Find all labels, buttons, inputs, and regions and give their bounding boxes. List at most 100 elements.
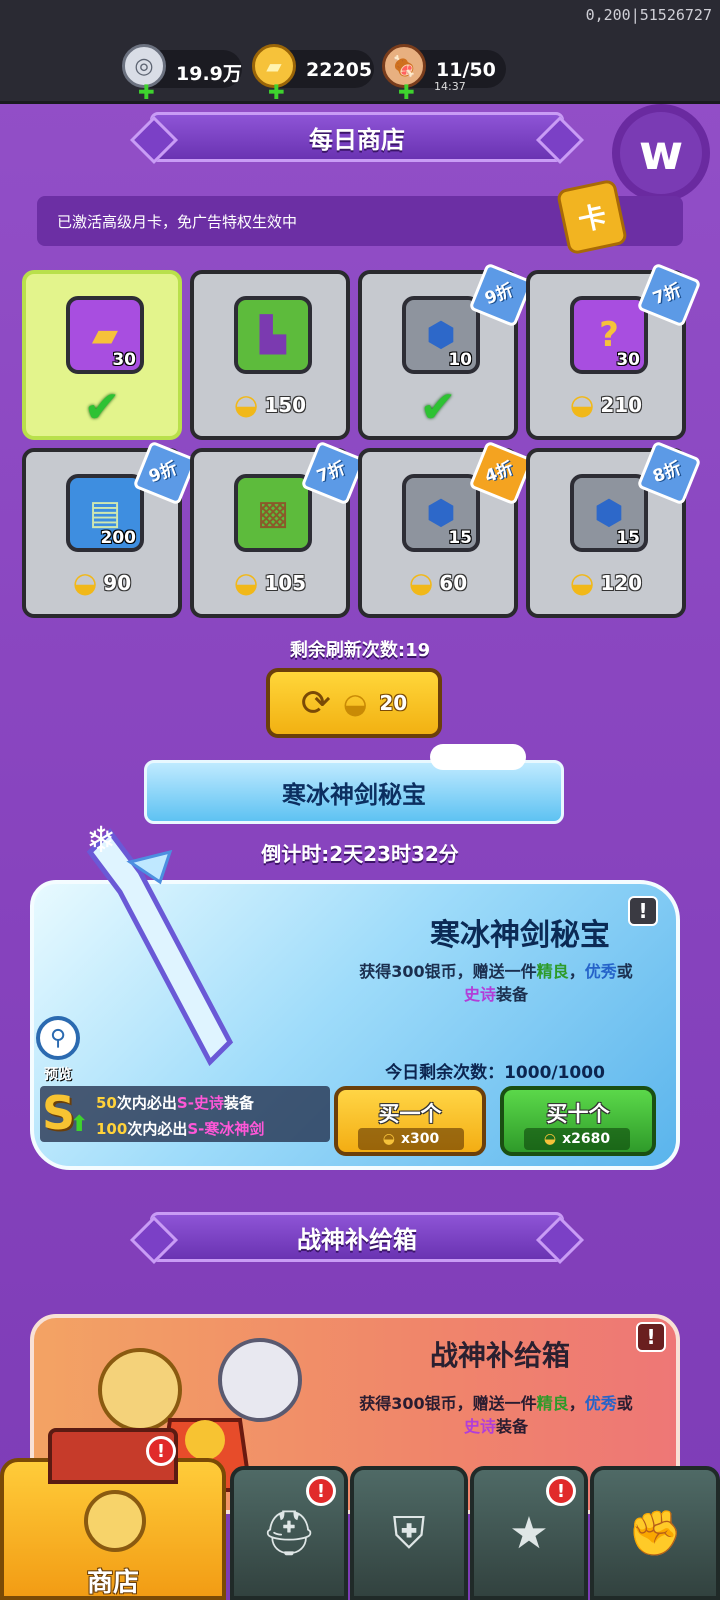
ice-treasure-description: 获得300银币，赠送一件精良，优秀或史诗装备 (356, 960, 636, 1006)
stamina-resource[interactable]: 🍖 ✚ 11/50 14:37 (382, 44, 506, 104)
buy-ten-label: 买十个 (546, 1102, 610, 1126)
gold-ingot-icon: ◒ (543, 1131, 557, 1147)
discount-badge: 7折 (638, 264, 694, 320)
add-silver-icon[interactable]: ✚ (138, 80, 155, 104)
buy-one-cost-value: x300 (400, 1131, 440, 1147)
buy-ten-button[interactable]: 买十个 ◒ x2680 (500, 1086, 656, 1156)
shop-item-1[interactable]: ▰ 30 ✔ (22, 270, 182, 440)
app-logo-icon[interactable]: w (612, 104, 710, 202)
gold-ingot-icon: ◒ (569, 388, 595, 421)
add-stamina-icon[interactable]: ✚ (398, 80, 415, 104)
preview-magnifier-icon[interactable]: ⚲ (36, 1016, 80, 1060)
add-gold-icon[interactable]: ✚ (268, 80, 285, 104)
buy-one-button[interactable]: 买一个 ◒ x300 (334, 1086, 486, 1156)
war-supply-description: 获得300银币，赠送一件精良，优秀或史诗装备 (356, 1392, 636, 1438)
guarantee-item: S-史诗 (176, 1094, 224, 1112)
price-value: 90 (103, 570, 132, 595)
discount-text: 4折 (481, 458, 516, 487)
refresh-icon: ⟳ (300, 682, 331, 724)
discount-badge: 9折 (134, 442, 190, 498)
desc-prefix: 获得300银币，赠送一件 (359, 962, 537, 981)
ice-treasure-title: 寒冰神剑秘宝 (430, 918, 610, 953)
stamina-timer: 14:37 (434, 80, 466, 93)
guarantee-item: S-寒冰神剑 (187, 1120, 265, 1138)
guarantee-line-1: 50次内必出S-史诗装备 (96, 1092, 254, 1113)
item-qty: 10 (448, 350, 472, 370)
buy-one-cost: ◒ x300 (358, 1128, 464, 1150)
nav-hero-tab[interactable]: ★ ! (470, 1466, 588, 1600)
shop-item-6[interactable]: ▩ ◒ 105 7折 (190, 448, 350, 618)
info-icon[interactable]: ! (636, 1322, 666, 1352)
gold-ingot-icon: ◒ (233, 388, 259, 421)
discount-text: 7折 (649, 280, 684, 309)
item-price: ◒ 90 (26, 566, 178, 599)
quality-fine: 精良 (536, 962, 569, 981)
stamina-value: 11/50 (436, 59, 496, 81)
buy-ten-cost: ◒ x2680 (524, 1128, 630, 1150)
nav-upgrade-tab[interactable]: ✊ (590, 1466, 720, 1600)
nav-helmet-tab[interactable]: ⛑ ! (230, 1466, 348, 1600)
guarantee-suffix: 装备 (223, 1094, 254, 1112)
guarantee-panel: S ⬆ 50次内必出S-史诗装备 100次内必出S-寒冰神剑 (40, 1086, 330, 1142)
price-value: 150 (264, 392, 307, 417)
nav-shop-tab[interactable]: 商店 ! (0, 1428, 226, 1600)
quality-fine: 精良 (536, 1394, 569, 1413)
guarantee-line-2: 100次内必出S-寒冰神剑 (96, 1118, 264, 1139)
war-supply-title: 战神补给箱 (429, 1339, 570, 1372)
gold-value: 22205 (306, 59, 373, 81)
item-qty: 15 (616, 528, 640, 548)
preview-label: 预览 (44, 1067, 72, 1083)
bottom-navigation: 商店 ! ⛑ ! ⛨ ★ ! ✊ (0, 1428, 720, 1600)
refresh-count-label: 剩余刷新次数:19 (289, 640, 431, 661)
item-price: ◒ 60 (362, 566, 514, 599)
silver-resource[interactable]: ◎ ✚ 19.9万 (122, 44, 242, 104)
shop-item-4[interactable]: ? 30 ◒ 210 7折 (526, 270, 686, 440)
gold-ingot-icon: ▰ 30 (66, 296, 144, 374)
desc-separator: 或 (616, 962, 633, 981)
war-supply-banner: 战神补给箱 (150, 1212, 564, 1262)
quality-epic: 史诗 (463, 985, 496, 1004)
nav-shield-tab[interactable]: ⛨ (350, 1466, 468, 1600)
shop-item-2[interactable]: ▙ ◒ 150 (190, 270, 350, 440)
quality-excellent: 优秀 (584, 1394, 617, 1413)
blue-gem-icon: ⬢ 10 (402, 296, 480, 374)
item-qty: 200 (100, 528, 137, 548)
snow-cap-decoration (430, 744, 526, 770)
buy-one-label: 买一个 (378, 1102, 442, 1126)
alert-badge-icon: ! (306, 1476, 336, 1506)
shop-item-7[interactable]: ⬢ 15 ◒ 60 4折 (358, 448, 518, 618)
item-price: ◒ 210 (530, 388, 682, 421)
price-value: 105 (264, 570, 307, 595)
guarantee-count: 100 (96, 1120, 128, 1138)
price-value: 210 (600, 392, 643, 417)
discount-text: 9折 (481, 280, 516, 309)
gold-resource[interactable]: ▰ ✚ 22205 (252, 44, 374, 104)
refresh-button[interactable]: ⟳ ◒ 20 (266, 668, 442, 738)
ice-sword-icon: ❄ (86, 820, 234, 1067)
buy-ten-cost-value: x2680 (562, 1131, 611, 1147)
price-value: 60 (439, 570, 468, 595)
shield-swords-icon: ⛨ (392, 1507, 426, 1559)
scroll-map-icon: ▤ 200 (66, 474, 144, 552)
war-supply-banner-title: 战神补给箱 (297, 1225, 417, 1254)
debug-readout: 0,200|51526727 (585, 6, 712, 24)
item-price: ◒ 150 (194, 388, 346, 421)
discount-badge: 8折 (638, 442, 694, 498)
mystery-box-icon: ? 30 (570, 296, 648, 374)
gold-ingot-icon: ◒ (569, 566, 595, 599)
shop-item-3[interactable]: ⬢ 10 ✔ 9折 (358, 270, 518, 440)
discount-badge: 7折 (302, 442, 358, 498)
gem-ring-icon: ⬢ 15 (402, 474, 480, 552)
ice-treasure-banner-title: 寒冰神剑秘宝 (282, 780, 426, 809)
shop-item-5[interactable]: ▤ 200 ◒ 90 9折 (22, 448, 182, 618)
desc-prefix: 获得300银币，赠送一件 (359, 1394, 537, 1413)
arrow-up-icon: ⬆ (70, 1112, 89, 1137)
item-qty: 15 (448, 528, 472, 548)
item-price: ◒ 120 (530, 566, 682, 599)
gold-ingot-icon: ◒ (342, 686, 368, 720)
daily-shop-banner: 每日商店 (150, 112, 564, 162)
desc-separator: 或 (616, 1394, 633, 1413)
quality-epic: 史诗 (463, 1417, 496, 1436)
shop-item-8[interactable]: ⬢ 15 ◒ 120 8折 (526, 448, 686, 618)
desc-separator: ， (568, 1394, 585, 1413)
